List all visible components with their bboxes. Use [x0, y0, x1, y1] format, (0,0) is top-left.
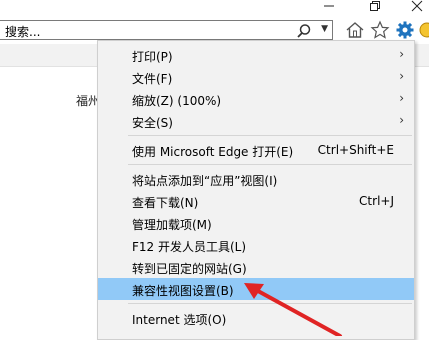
menu-item-open-in-edge[interactable]: 使用 Microsoft Edge 打开(E) Ctrl+Shift+E [98, 139, 414, 161]
home-icon[interactable] [345, 20, 365, 40]
menu-item-label: 使用 Microsoft Edge 打开(E) [132, 145, 294, 159]
smiley-feedback-icon[interactable] [417, 20, 429, 40]
search-input[interactable]: 搜索... ▼ [0, 20, 333, 40]
search-icon[interactable] [296, 23, 312, 39]
title-bar [0, 0, 429, 18]
submenu-arrow-icon: › [399, 91, 404, 105]
menu-separator [128, 303, 412, 304]
menu-item-label: 安全(S) [132, 116, 173, 130]
menu-item-label: 打印(P) [132, 50, 173, 64]
tools-menu: 打印(P) › 文件(F) › 缩放(Z) (100%) › 安全(S) › 使… [97, 40, 415, 340]
gear-icon[interactable] [395, 20, 415, 40]
menu-item-label: 查看下载(N) [132, 196, 199, 210]
search-dropdown-icon[interactable]: ▼ [321, 24, 328, 34]
menu-item-label: 管理加载项(M) [132, 218, 212, 232]
menu-item-print[interactable]: 打印(P) › [98, 44, 414, 66]
menu-item-internet-options[interactable]: Internet 选项(O) [98, 307, 414, 329]
menu-item-label: 兼容性视图设置(B) [132, 284, 234, 298]
menu-item-label: 缩放(Z) (100%) [132, 94, 222, 108]
search-placeholder: 搜索... [5, 25, 41, 39]
menu-item-label: F12 开发人员工具(L) [132, 240, 247, 254]
menu-item-compatibility-view[interactable]: 兼容性视图设置(B) [98, 278, 414, 300]
menu-item-manage-addons[interactable]: 管理加载项(M) [98, 212, 414, 234]
menu-item-file[interactable]: 文件(F) › [98, 66, 414, 88]
menu-item-safety[interactable]: 安全(S) › [98, 110, 414, 132]
close-icon[interactable] [406, 0, 428, 16]
submenu-arrow-icon: › [399, 69, 404, 83]
menu-item-label: Internet 选项(O) [132, 313, 227, 327]
menu-item-label: 将站点添加到“应用”视图(I) [132, 174, 278, 188]
menu-separator [128, 135, 412, 136]
menu-item-label: 文件(F) [132, 72, 173, 86]
menu-item-shortcut: Ctrl+Shift+E [317, 143, 394, 157]
menu-item-label: 转到已固定的网站(G) [132, 262, 247, 276]
menu-item-view-downloads[interactable]: 查看下载(N) Ctrl+J [98, 190, 414, 212]
minimize-icon[interactable] [318, 0, 340, 16]
menu-separator [128, 164, 412, 165]
menu-item-shortcut: Ctrl+J [359, 194, 394, 208]
submenu-arrow-icon: › [399, 47, 404, 61]
menu-item-pinned-sites[interactable]: 转到已固定的网站(G) [98, 256, 414, 278]
menu-item-add-to-apps[interactable]: 将站点添加到“应用”视图(I) [98, 168, 414, 190]
submenu-arrow-icon: › [399, 113, 404, 127]
favorites-star-icon[interactable] [370, 20, 390, 40]
restore-icon[interactable] [364, 0, 386, 16]
menu-item-zoom[interactable]: 缩放(Z) (100%) › [98, 88, 414, 110]
menu-item-dev-tools[interactable]: F12 开发人员工具(L) [98, 234, 414, 256]
